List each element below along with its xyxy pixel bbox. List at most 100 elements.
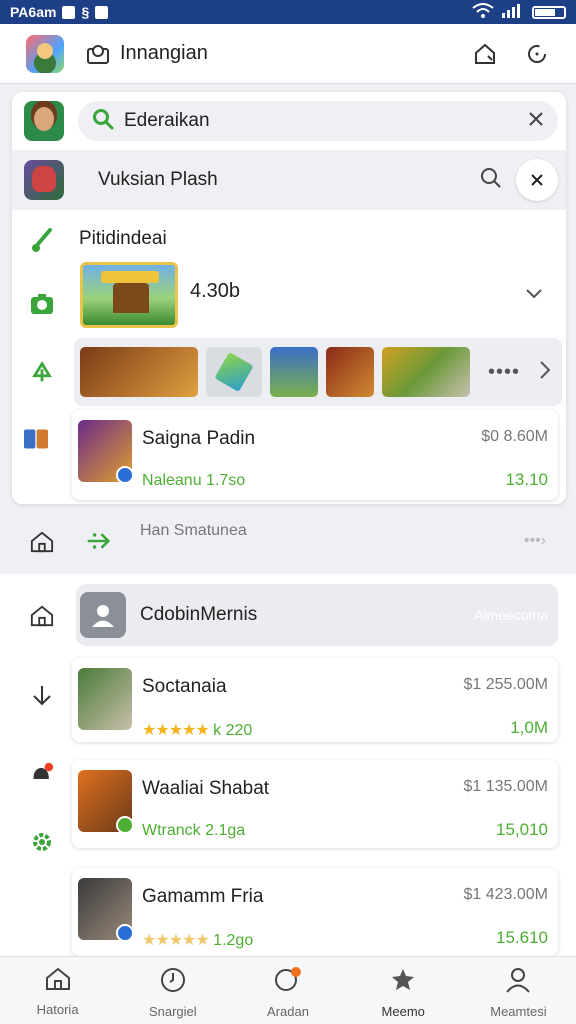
app-avatar-icon[interactable] [26,34,64,73]
verified-badge-icon [116,816,132,832]
download-icon[interactable] [30,684,54,708]
nav-label: Meamtesi [490,1004,547,1019]
verified-badge-icon [116,466,132,482]
nav-item-chat[interactable]: Aradan [230,957,345,1024]
notification-bell-icon[interactable] [30,760,54,786]
game-price: $0 8.60M [481,428,548,445]
status-glyph: § [81,4,90,20]
nav-item-clock[interactable]: Snargiel [115,957,230,1024]
game-tile[interactable] [326,347,374,397]
nav-item-home[interactable]: Hatoria [0,957,115,1024]
more-dots[interactable]: •••› [524,532,546,550]
chat-bubble-icon[interactable] [524,41,550,67]
nav-label: Aradan [267,1004,309,1019]
game-count: 1,0M [510,718,548,737]
game-price: $1 423.00M [463,886,548,903]
featured-value: 4.30b [190,280,241,302]
game-card[interactable]: Waaliai Shabat Wtranck 2.1ga $1 135.00M … [72,760,558,848]
chevron-right-icon[interactable] [540,360,551,384]
game-thumbnail [78,770,132,832]
app-bar: Innangian [0,24,576,84]
profile-avatar-icon [80,592,126,638]
game-tile[interactable] [80,347,198,397]
camera-icon[interactable] [30,292,54,316]
search-input[interactable]: Ederaikan [78,101,558,141]
featured-game-thumbnail[interactable] [80,262,178,328]
signal-icon [502,3,524,21]
game-price: $1 135.00M [463,778,548,795]
more-dots[interactable]: •••• [488,361,520,384]
game-thumbnail [78,668,132,730]
nav-item-puzzle[interactable]: Meemo [346,957,461,1024]
home-icon [45,967,71,996]
game-count: 15,010 [496,820,548,839]
search-icon[interactable] [480,167,502,194]
home-outline-icon[interactable] [472,41,498,67]
verified-badge-icon [116,924,132,940]
home-icon[interactable] [30,530,54,554]
search-row: Ederaikan [12,92,566,150]
game-mini-icon [24,424,48,454]
rating-stars: ★★★★★ [142,722,210,739]
rating-count: 1.2go [213,932,254,949]
game-name: Waaliai Shabat [142,778,270,799]
game-card[interactable]: Soctanaia ★★★★★ k 220 $1 255.00M 1,0M [72,658,558,742]
divider-label: Han Smatunea [140,522,247,539]
game-thumbnail [78,420,132,482]
nav-item-profile[interactable]: Meamtesi [461,957,576,1024]
featured-section-title: Pitidindeai [79,228,167,249]
battery-icon [532,5,566,19]
bottom-nav: Hatoria Snargiel Aradan Meemo Meamtesi [0,956,576,1024]
game-card[interactable]: Gamamm Fria ★★★★★ 1.2go $1 423.00M 15.61… [72,868,558,956]
puzzle-icon [390,967,416,998]
clear-search-icon[interactable] [528,111,544,132]
wifi-icon [472,2,494,22]
close-button[interactable] [516,159,558,201]
game-tile[interactable] [382,347,470,397]
game-count: 15.610 [496,928,548,947]
profile-name: CdobinMernis [140,604,258,625]
game-name: Soctanaia [142,676,227,697]
result-label: Vuksian Plash [98,169,218,190]
game-list-section: CdobinMernis Almeecoma Soctanaia ★★★★★ k… [0,574,576,956]
share-arrow-icon[interactable] [86,530,110,552]
section-divider: Han Smatunea •••› [0,508,576,574]
gear-icon[interactable] [30,830,54,854]
brush-icon[interactable] [30,228,54,254]
nav-label: Snargiel [148,1004,197,1019]
game-subtitle: Wtranck 2.1ga [142,822,246,839]
nav-label: Meemo [381,1004,425,1019]
game-name: Gamamm Fria [142,886,264,907]
chevron-down-icon[interactable] [526,286,542,304]
game-thumbnail-strip: •••• [74,338,562,406]
game-tile[interactable] [206,347,262,397]
status-time: PA6am [10,4,57,20]
profile-row[interactable]: CdobinMernis Almeecoma [76,584,558,646]
clock-icon [160,967,186,998]
game-thumbnail [78,878,132,940]
user-avatar[interactable] [24,101,64,141]
profile-card-icon [86,42,110,66]
rating-stars: ★★★★★ [142,932,210,949]
result-avatar [24,160,64,200]
search-result-row[interactable]: Vuksian Plash [12,150,566,210]
notification-icon [62,5,76,19]
game-subtitle: ★★★★★ k 220 [142,720,252,740]
game-tile[interactable] [270,347,318,397]
game-subtitle: Naleanu 1.7so [142,472,246,489]
game-subtitle: ★★★★★ 1.2go [142,930,253,950]
game-price: $1 255.00M [463,676,548,693]
status-bar: PA6am § [0,0,576,24]
search-value: Ederaikan [124,110,210,131]
profile-right-label: Almeecoma [474,607,548,623]
rating-count: k 220 [213,722,253,739]
search-icon [92,108,114,135]
game-name: Saigna Padin [142,428,256,449]
game-card[interactable]: Saigna Padin Naleanu 1.7so $0 8.60M 13.1… [72,410,558,500]
game-count: 13.10 [505,470,548,489]
recycle-icon[interactable] [30,360,54,386]
nav-label: Hatoria [36,1002,79,1017]
page-title: Innangian [120,42,208,64]
home-icon[interactable] [30,604,54,628]
notification-icon [95,5,109,19]
